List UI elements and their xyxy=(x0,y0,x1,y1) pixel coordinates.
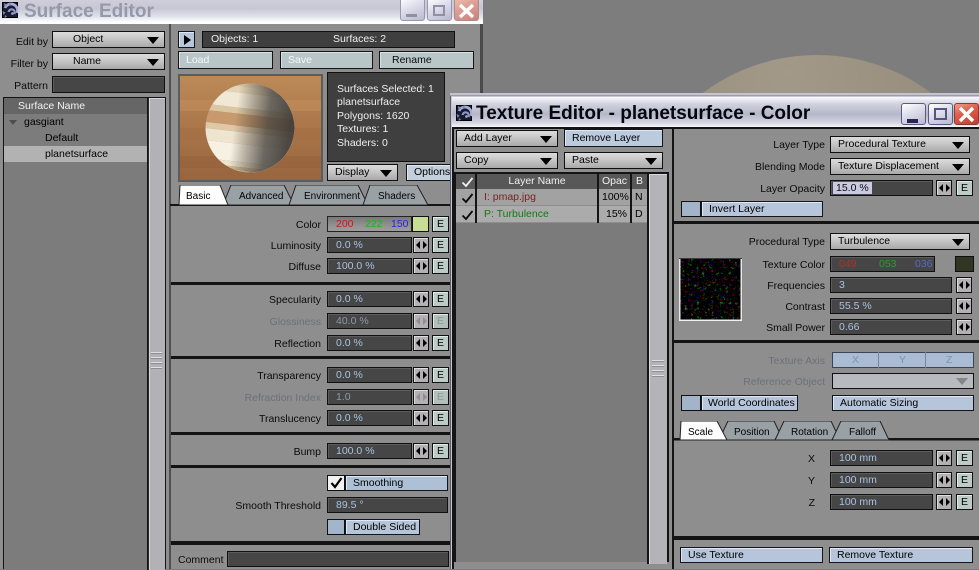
svg-text:Rotation: Rotation xyxy=(791,427,828,438)
svg-text:Environment: Environment xyxy=(304,191,360,202)
svg-text:Scale: Scale xyxy=(688,427,713,438)
svg-text:Position: Position xyxy=(734,427,770,438)
svg-text:Falloff: Falloff xyxy=(849,427,876,438)
svg-text:Advanced: Advanced xyxy=(239,191,283,202)
svg-text:Basic: Basic xyxy=(186,191,210,202)
svg-text:Shaders: Shaders xyxy=(378,191,415,202)
